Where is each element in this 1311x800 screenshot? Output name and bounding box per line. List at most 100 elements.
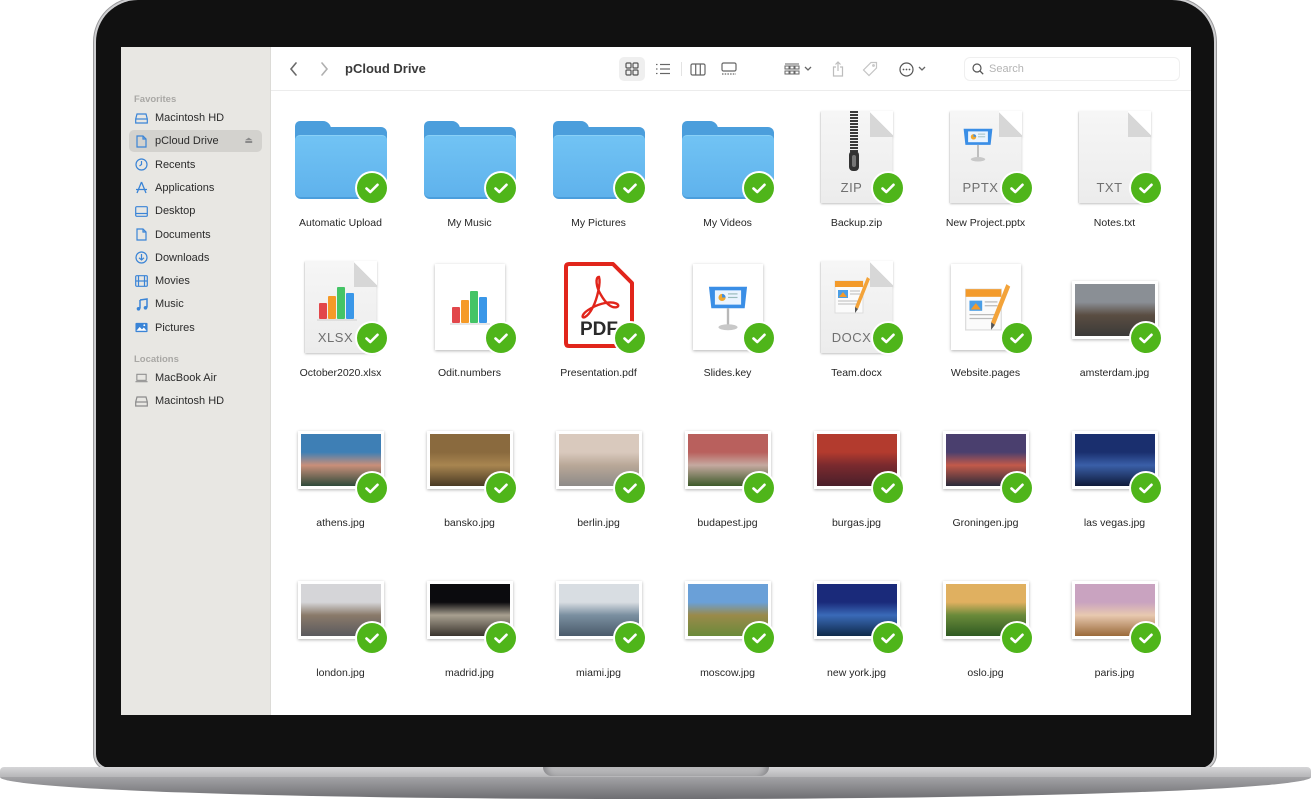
file-name: miami.jpg	[576, 667, 621, 679]
sync-check-icon	[614, 173, 645, 203]
file-item[interactable]: PDF Presentation.pdf	[534, 257, 663, 407]
sidebar-item-downloads[interactable]: Downloads	[129, 247, 262, 269]
file-name: burgas.jpg	[831, 517, 882, 529]
more-actions-button[interactable]	[895, 57, 929, 81]
film-icon	[135, 275, 148, 288]
share-button[interactable]	[829, 57, 847, 81]
sidebar-item-desktop[interactable]: Desktop	[129, 200, 262, 222]
sidebar-item-pcloud-drive[interactable]: pCloud Drive ⏏	[129, 130, 262, 153]
file-name: london.jpg	[316, 667, 365, 679]
sync-check-icon	[1001, 473, 1032, 503]
file-icon-container: TXT	[1065, 107, 1165, 207]
tag-button[interactable]	[859, 57, 881, 81]
sidebar-item-label: Applications	[155, 181, 215, 194]
search-field[interactable]	[964, 57, 1180, 81]
search-icon	[972, 63, 984, 75]
sidebar-item-macbook-air[interactable]: MacBook Air	[129, 367, 262, 389]
sync-check-icon	[743, 323, 774, 353]
grid-view-icon	[625, 62, 639, 76]
sidebar-item-label: pCloud Drive	[155, 135, 219, 148]
sync-check-icon	[614, 473, 645, 503]
sidebar-item-macintosh-hd[interactable]: Macintosh HD	[129, 107, 262, 129]
file-item[interactable]: paris.jpg	[1050, 557, 1179, 707]
group-by-button[interactable]	[781, 57, 815, 81]
file-item[interactable]: PPTX New Project.pptx	[921, 107, 1050, 257]
file-item[interactable]: My Pictures	[534, 107, 663, 257]
file-item[interactable]: My Videos	[663, 107, 792, 257]
file-item[interactable]: budapest.jpg	[663, 407, 792, 557]
file-name: new york.jpg	[827, 667, 886, 679]
file-icon-container	[936, 557, 1036, 657]
file-icon-container	[420, 107, 520, 207]
toolbar-divider	[681, 62, 682, 76]
tag-icon	[862, 61, 878, 77]
file-item[interactable]: XLSX October2020.xlsx	[276, 257, 405, 407]
sync-check-icon	[1001, 623, 1032, 653]
file-item[interactable]: london.jpg	[276, 557, 405, 707]
sidebar-item-macintosh-hd[interactable]: Macintosh HD	[129, 390, 262, 412]
file-item[interactable]: madrid.jpg	[405, 557, 534, 707]
file-name: Website.pages	[950, 367, 1021, 379]
file-item[interactable]: Website.pages	[921, 257, 1050, 407]
file-item[interactable]: oslo.jpg	[921, 557, 1050, 707]
sidebar-item-label: Recents	[155, 158, 196, 171]
file-item[interactable]: Automatic Upload	[276, 107, 405, 257]
back-button[interactable]	[285, 57, 303, 81]
sync-check-icon	[356, 623, 387, 653]
sidebar-item-pictures[interactable]: Pictures	[129, 317, 262, 339]
sidebar-item-music[interactable]: Music	[129, 293, 262, 315]
file-icon-container: XLSX	[291, 257, 391, 357]
file-item[interactable]: amsterdam.jpg	[1050, 257, 1179, 407]
sync-check-icon	[614, 323, 645, 353]
file-item[interactable]: bansko.jpg	[405, 407, 534, 557]
list-view-icon	[656, 63, 670, 75]
document-icon	[135, 135, 148, 148]
file-item[interactable]: ZIP Backup.zip	[792, 107, 921, 257]
sidebar-item-applications[interactable]: Applications	[129, 177, 262, 199]
file-item[interactable]: new york.jpg	[792, 557, 921, 707]
file-item[interactable]: Slides.key	[663, 257, 792, 407]
laptop-notch	[543, 767, 769, 776]
search-input[interactable]	[989, 63, 1169, 75]
file-item[interactable]: moscow.jpg	[663, 557, 792, 707]
forward-button[interactable]	[315, 57, 333, 81]
file-item[interactable]: My Music	[405, 107, 534, 257]
sidebar-item-movies[interactable]: Movies	[129, 270, 262, 292]
file-icon-container	[549, 557, 649, 657]
file-name: las vegas.jpg	[1083, 517, 1146, 529]
file-item[interactable]: las vegas.jpg	[1050, 407, 1179, 557]
file-grid: Automatic Upload My Music My Pictures My Vi…	[276, 107, 1176, 707]
sidebar-item-recents[interactable]: Recents	[129, 154, 262, 176]
sidebar-item-documents[interactable]: Documents	[129, 224, 262, 246]
eject-icon[interactable]: ⏏	[244, 135, 253, 146]
file-name: New Project.pptx	[945, 217, 1026, 229]
file-item[interactable]: TXT Notes.txt	[1050, 107, 1179, 257]
file-name: amsterdam.jpg	[1079, 367, 1150, 379]
file-item[interactable]: Groningen.jpg	[921, 407, 1050, 557]
document-icon	[135, 228, 148, 241]
sidebar-item-label: Music	[155, 298, 184, 311]
file-icon-container	[1065, 407, 1165, 507]
file-item[interactable]: athens.jpg	[276, 407, 405, 557]
music-note-icon	[135, 298, 148, 311]
gallery-view-button[interactable]	[716, 57, 742, 81]
file-item[interactable]: burgas.jpg	[792, 407, 921, 557]
file-item[interactable]: Odit.numbers	[405, 257, 534, 407]
file-icon-container	[291, 107, 391, 207]
sidebar-section-favorites: Favorites	[134, 94, 177, 105]
sync-check-icon	[743, 623, 774, 653]
file-item[interactable]: miami.jpg	[534, 557, 663, 707]
file-name: Odit.numbers	[437, 367, 502, 379]
file-icon-container: PPTX	[936, 107, 1036, 207]
file-name: Automatic Upload	[299, 217, 382, 229]
applications-icon	[135, 181, 148, 194]
sync-check-icon	[1130, 623, 1161, 653]
file-name: athens.jpg	[316, 517, 365, 529]
file-icon-container	[420, 257, 520, 357]
finder-window: Favorites Macintosh HD pCloud Drive ⏏ Recen…	[121, 47, 1191, 715]
icon-view-button[interactable]	[619, 57, 645, 81]
list-view-button[interactable]	[650, 57, 676, 81]
file-item[interactable]: berlin.jpg	[534, 407, 663, 557]
column-view-button[interactable]	[685, 57, 711, 81]
file-item[interactable]: DOCX Team.docx	[792, 257, 921, 407]
